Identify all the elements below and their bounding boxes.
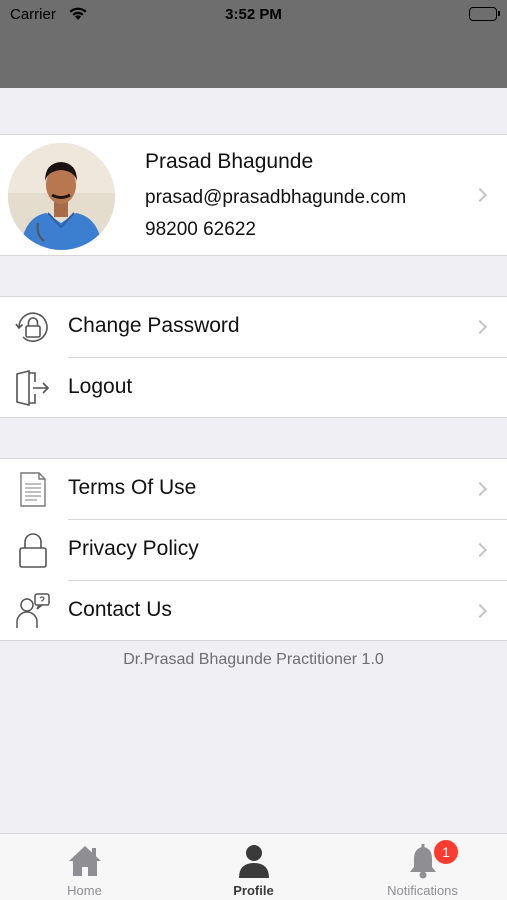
contact-support-icon <box>13 591 53 631</box>
tab-label: Notifications <box>387 883 458 898</box>
account-section: Change Password Logout <box>0 296 507 418</box>
menu-item-logout[interactable]: Logout <box>0 358 507 418</box>
tab-notifications[interactable]: 1 Notifications <box>338 834 507 900</box>
tab-profile[interactable]: Profile <box>169 834 338 900</box>
menu-item-label: Contact Us <box>68 598 172 621</box>
info-section: Terms Of Use Privacy Policy Contact Us <box>0 458 507 641</box>
chevron-right-icon <box>472 481 488 497</box>
lock-refresh-icon <box>13 307 53 347</box>
menu-item-label: Change Password <box>68 314 240 337</box>
profile-email: prasad@prasadbhagunde.com <box>145 187 407 208</box>
menu-item-terms-of-use[interactable]: Terms Of Use <box>0 459 507 519</box>
app-version-text: Dr.Prasad Bhagunde Practitioner 1.0 <box>123 651 384 668</box>
document-icon <box>13 469 53 509</box>
menu-item-change-password[interactable]: Change Password <box>0 297 507 357</box>
tab-label: Home <box>67 883 102 898</box>
notification-badge: 1 <box>434 840 458 864</box>
chevron-right-icon <box>472 603 488 619</box>
profile-name: Prasad Bhagunde <box>145 150 314 173</box>
padlock-icon <box>13 530 53 570</box>
profile-phone: 98200 62622 <box>145 219 256 240</box>
status-bar: Carrier 3:52 PM <box>0 0 507 32</box>
logout-door-icon <box>13 368 53 408</box>
person-icon <box>235 842 273 880</box>
menu-item-label: Logout <box>68 375 133 398</box>
menu-item-privacy-policy[interactable]: Privacy Policy <box>0 520 507 580</box>
chevron-right-icon <box>472 319 488 335</box>
clock-time: 3:52 PM <box>225 6 282 23</box>
chevron-right-icon <box>472 187 488 203</box>
menu-item-label: Terms Of Use <box>68 476 197 499</box>
battery-icon <box>469 7 500 21</box>
tab-home[interactable]: Home <box>0 834 169 900</box>
avatar <box>8 143 115 250</box>
chevron-right-icon <box>472 542 488 558</box>
menu-item-contact-us[interactable]: Contact Us <box>0 581 507 641</box>
tab-label: Profile <box>233 883 274 898</box>
navigation-bar <box>0 32 507 88</box>
menu-item-label: Privacy Policy <box>68 537 199 560</box>
home-icon <box>66 842 104 880</box>
tab-bar: Home Profile 1 Notifications <box>0 833 507 900</box>
